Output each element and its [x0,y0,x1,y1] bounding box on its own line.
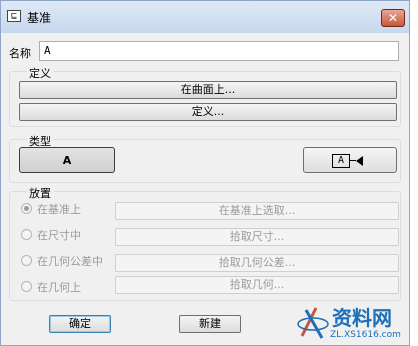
watermark-url: ZL.XS1616.com [330,330,401,340]
radio-in-gtol[interactable] [21,255,32,266]
pick-geometry-button[interactable]: 拾取几何... [115,276,399,294]
type-standard-label: A [62,154,72,167]
define-button[interactable]: 定义... [19,103,397,121]
in-gtol-label: 在几何公差中 [37,255,103,268]
on-geometry-label: 在几何上 [37,281,81,294]
window-title: 基准 [27,11,52,25]
select-on-datum-button[interactable]: 在基准上选取... [115,202,399,220]
definition-group-title: 定义 [27,65,53,81]
name-label: 名称 [9,47,31,60]
watermark: 资料网 ZL.XS1616.com [290,300,418,346]
new-button[interactable]: 新建 [179,315,241,333]
datum-dialog: ⊑ 基准 ✕ 名称 A 定义 在曲面上... 定义... 类型 A A 放置 在… [0,0,410,346]
type-arrow-button[interactable]: A [303,147,397,173]
radio-in-dimension[interactable] [21,229,32,240]
radio-on-geometry[interactable] [21,281,32,292]
arrow-left-icon [356,156,363,166]
on-surface-button[interactable]: 在曲面上... [19,81,397,99]
watermark-text: 资料网 [332,306,392,330]
pick-dimension-button[interactable]: 拾取尺寸... [115,228,399,246]
type-arrow-label: A [332,154,350,168]
type-standard-button[interactable]: A [19,147,115,173]
watermark-logo-icon [297,307,329,339]
in-dimension-label: 在尺寸中 [37,229,81,242]
window-icon: ⊑ [7,10,21,22]
ok-button[interactable]: 确定 [49,315,111,333]
name-input[interactable]: A [39,41,399,61]
on-datum-label: 在基准上 [37,203,81,216]
close-button[interactable]: ✕ [381,9,405,27]
radio-on-datum[interactable] [21,203,32,214]
placement-group-title: 放置 [27,185,53,201]
title-bar[interactable]: ⊑ 基准 ✕ [1,1,409,33]
pick-gtol-button[interactable]: 拾取几何公差... [115,254,399,272]
